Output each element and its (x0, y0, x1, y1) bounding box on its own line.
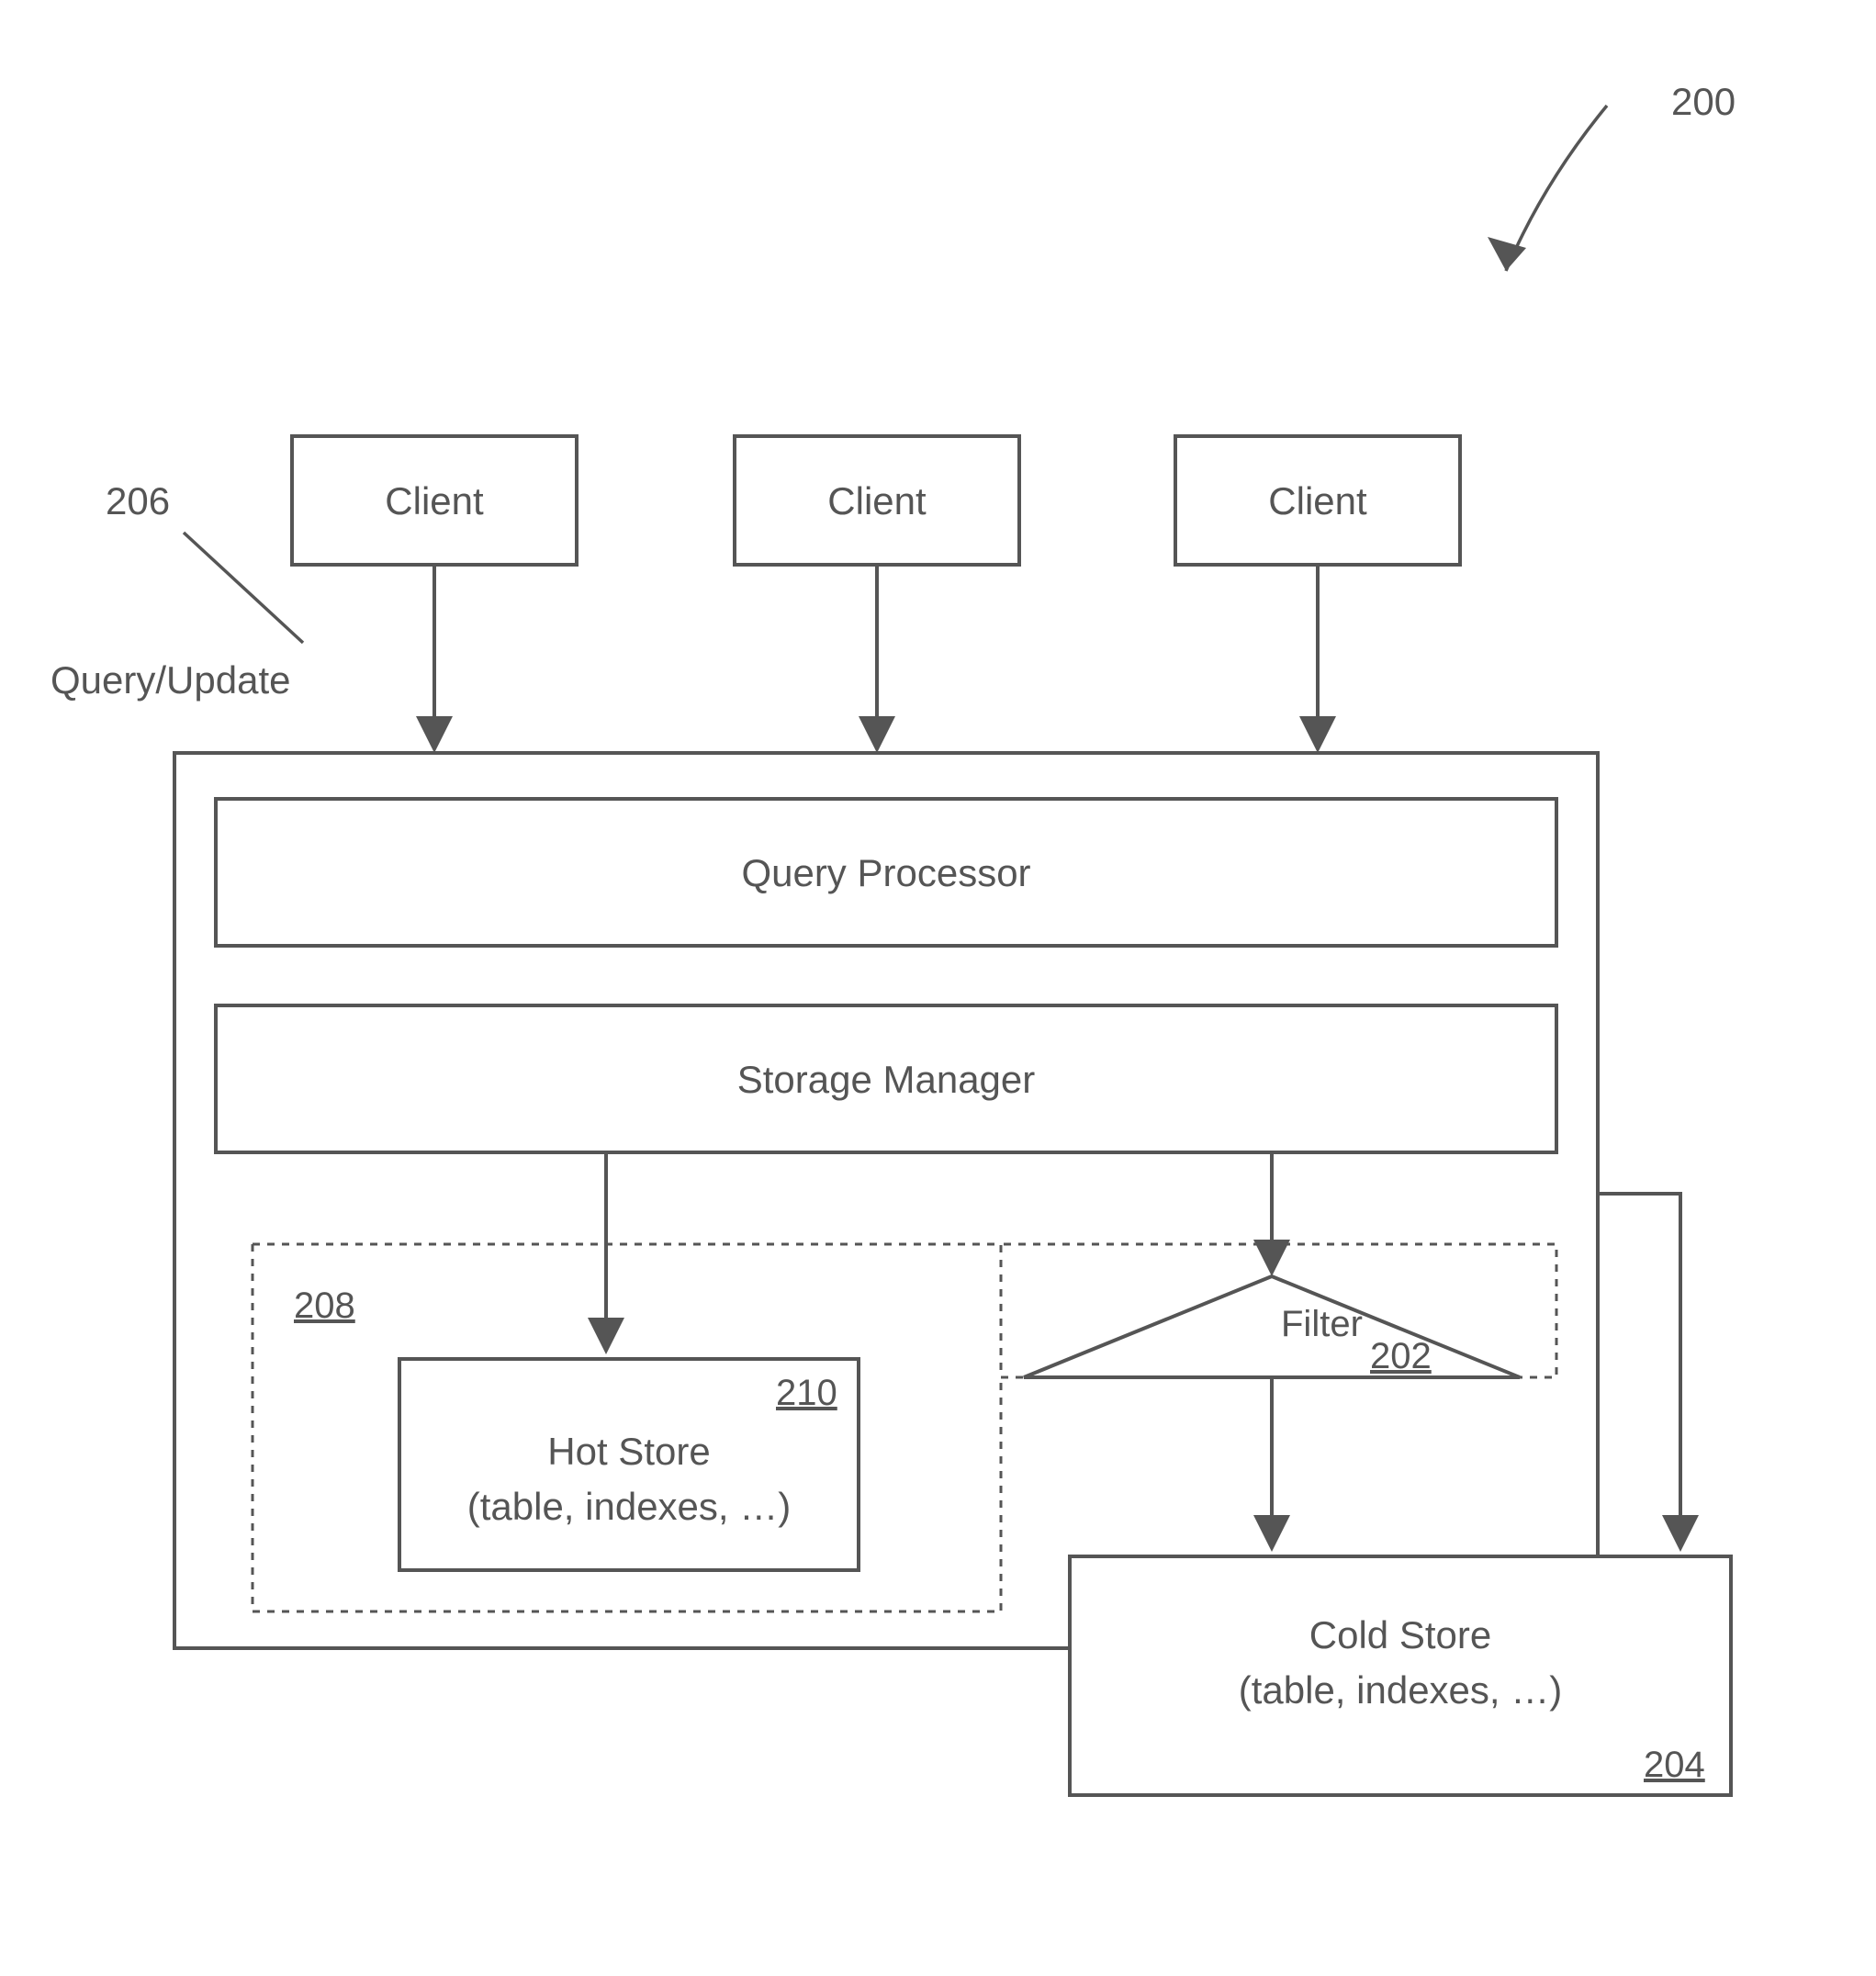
client-label-3: Client (1268, 479, 1367, 522)
client-label-1: Client (385, 479, 484, 522)
hot-store-ref: 210 (776, 1373, 837, 1413)
cold-store-ref: 204 (1644, 1745, 1705, 1785)
arrow-ref-label: 206 (106, 479, 170, 522)
storage-manager-label: Storage Manager (737, 1058, 1036, 1101)
query-update-label: Query/Update (51, 658, 290, 702)
client-label-2: Client (827, 479, 927, 522)
memory-ref-label: 208 (294, 1286, 355, 1326)
query-processor-label: Query Processor (741, 851, 1030, 894)
cold-store-subtitle: (table, indexes, …) (1239, 1668, 1563, 1712)
figure-ref-label: 200 (1671, 80, 1736, 123)
hot-store-subtitle: (table, indexes, …) (467, 1485, 792, 1528)
filter-ref-label: 202 (1370, 1336, 1432, 1376)
filter-label: Filter (1281, 1304, 1363, 1344)
architecture-diagram: 200 Client Client Client 206 Query/Updat… (0, 0, 1876, 1976)
hot-store-title: Hot Store (547, 1430, 710, 1473)
cold-store-title: Cold Store (1309, 1613, 1491, 1656)
